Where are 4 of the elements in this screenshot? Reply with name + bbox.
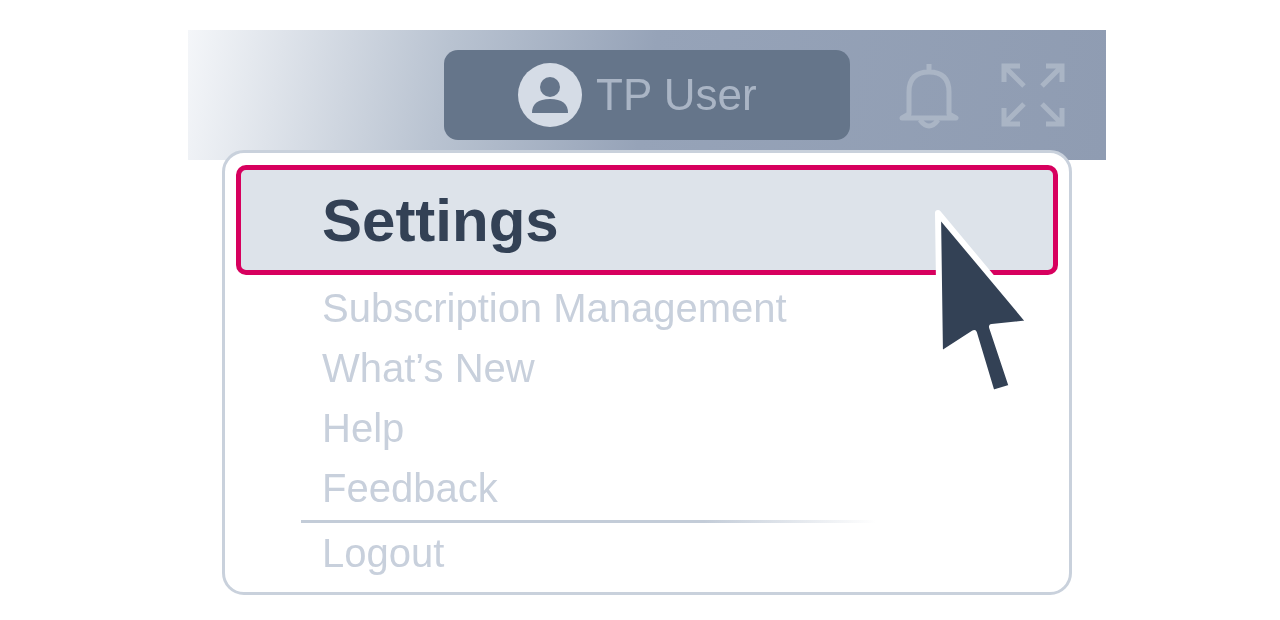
expand-icon[interactable] (1000, 62, 1066, 128)
avatar-icon (518, 63, 582, 127)
user-button[interactable]: TP User (444, 50, 850, 140)
menu-item[interactable]: Settings (236, 165, 1058, 275)
